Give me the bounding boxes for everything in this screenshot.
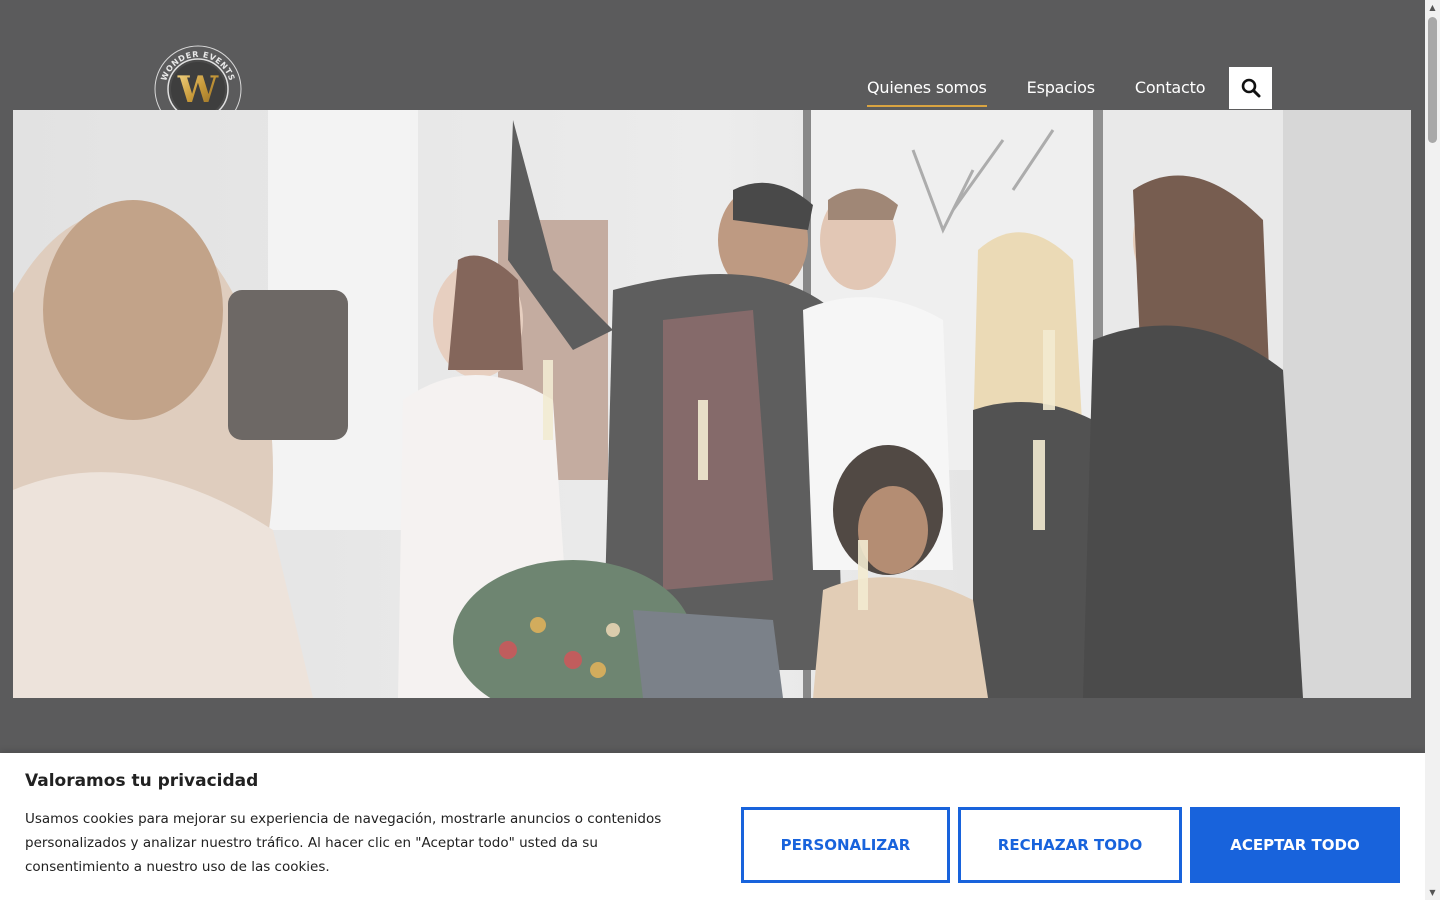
hero-party-photo: [13, 110, 1411, 698]
main-nav: Quienes somos Espacios Contacto: [867, 66, 1245, 112]
cookie-banner: Valoramos tu privacidad Usamos cookies p…: [0, 753, 1425, 900]
scrollbar-thumb[interactable]: [1428, 17, 1437, 143]
cookie-title: Valoramos tu privacidad: [25, 771, 259, 791]
nav-item-espacios[interactable]: Espacios: [1027, 66, 1095, 107]
customize-button[interactable]: PERSONALIZAR: [741, 807, 950, 883]
nav-item-contacto[interactable]: Contacto: [1135, 66, 1206, 107]
page: WONDER EVENTS W Quienes somos Espacios C…: [0, 0, 1425, 900]
vertical-scrollbar[interactable]: ▲ ▼: [1425, 0, 1440, 900]
scroll-down-arrow-icon[interactable]: ▼: [1425, 885, 1440, 900]
logo-letter: W: [177, 69, 219, 111]
accept-all-button[interactable]: ACEPTAR TODO: [1190, 807, 1400, 883]
scroll-up-arrow-icon[interactable]: ▲: [1425, 0, 1440, 15]
hero-image: [13, 110, 1411, 698]
reject-all-button[interactable]: RECHAZAR TODO: [958, 807, 1182, 883]
search-icon: [1241, 78, 1260, 98]
nav-item-quienes-somos[interactable]: Quienes somos: [867, 66, 987, 107]
search-button[interactable]: [1229, 67, 1272, 109]
cookie-description: Usamos cookies para mejorar su experienc…: [25, 811, 662, 875]
